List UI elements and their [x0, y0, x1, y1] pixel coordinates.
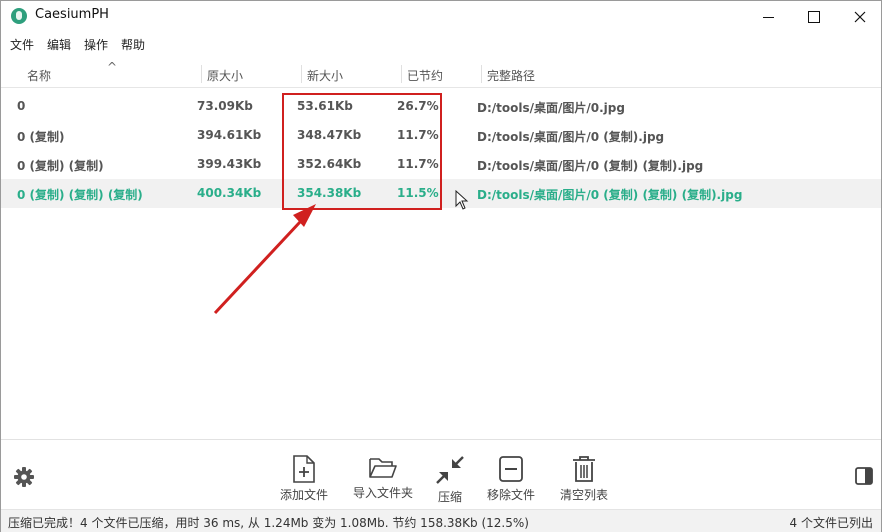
close-icon — [854, 11, 866, 22]
compress-button[interactable]: 压缩 — [435, 455, 465, 505]
maximize-icon — [808, 10, 820, 23]
column-header-new-size[interactable]: 新大小 — [307, 67, 343, 84]
import-folder-button[interactable]: 导入文件夹 — [353, 455, 413, 501]
cell-original-size: 73.09Kb — [197, 99, 253, 113]
import-folder-label: 导入文件夹 — [353, 486, 414, 500]
panel-toggle-button[interactable] — [854, 466, 874, 490]
column-header-full-path[interactable]: 完整路径 — [487, 67, 535, 84]
menu-file[interactable]: 文件 — [10, 32, 34, 54]
folder-open-icon — [369, 458, 397, 478]
settings-button[interactable] — [13, 466, 35, 492]
add-file-button[interactable]: 添加文件 — [280, 455, 328, 503]
maximize-button[interactable] — [791, 1, 837, 32]
remove-file-label: 移除文件 — [487, 488, 536, 502]
column-divider[interactable] — [301, 65, 302, 83]
menu-bar: 文件 编辑 操作 帮助 — [1, 32, 881, 54]
minimize-icon — [762, 17, 774, 18]
remove-icon — [499, 456, 523, 482]
panel-toggle-icon — [855, 467, 873, 485]
cell-path: D:/tools/桌面/图片/0 (复制) (复制) (复制).jpg — [477, 188, 743, 202]
caesium-logo-icon — [11, 8, 27, 24]
status-message: 压缩已完成！4 个文件已压缩，用时 36 ms, 从 1.24Mb 变为 1.0… — [8, 516, 529, 530]
cell-path: D:/tools/桌面/图片/0.jpg — [477, 101, 625, 115]
minimize-button[interactable] — [745, 1, 791, 32]
column-divider[interactable] — [401, 65, 402, 83]
cell-original-size: 399.43Kb — [197, 157, 262, 171]
table-header: 名称 ^ 原大小 新大小 已节约 完整路径 — [1, 60, 881, 88]
clear-list-label: 清空列表 — [560, 488, 609, 502]
app-window: CaesiumPH 文件 编辑 操作 帮助 名称 ^ 原大小 新大小 已节约 完… — [0, 0, 882, 532]
mouse-cursor-icon — [455, 189, 469, 214]
column-header-name[interactable]: 名称 — [27, 67, 51, 84]
add-file-label: 添加文件 — [280, 488, 329, 502]
status-bar: 压缩已完成！4 个文件已压缩，用时 36 ms, 从 1.24Mb 变为 1.0… — [1, 509, 881, 532]
cell-name: 0 (复制) (复制) (复制) — [17, 188, 143, 202]
column-divider[interactable] — [201, 65, 202, 83]
annotation-highlight-box — [282, 93, 442, 210]
menu-help[interactable]: 帮助 — [121, 32, 145, 54]
toolbar-divider — [1, 439, 881, 440]
cell-original-size: 400.34Kb — [197, 186, 262, 200]
status-file-count: 4 个文件已列出 — [789, 516, 873, 530]
cell-path: D:/tools/桌面/图片/0 (复制).jpg — [477, 130, 665, 144]
gear-icon — [14, 467, 34, 487]
cell-name: 0 — [17, 99, 26, 113]
clear-list-button[interactable]: 清空列表 — [560, 455, 608, 503]
remove-file-button[interactable]: 移除文件 — [487, 455, 535, 503]
compress-label: 压缩 — [437, 490, 462, 504]
cell-original-size: 394.61Kb — [197, 128, 262, 142]
column-header-original-size[interactable]: 原大小 — [207, 67, 243, 84]
compress-icon — [436, 456, 464, 484]
menu-edit[interactable]: 编辑 — [47, 32, 71, 54]
trash-icon — [573, 456, 595, 482]
column-divider[interactable] — [481, 65, 482, 83]
column-header-saved[interactable]: 已节约 — [407, 67, 443, 84]
add-file-icon — [293, 455, 315, 483]
cell-name: 0 (复制) (复制) — [17, 159, 104, 173]
sort-ascending-icon: ^ — [107, 60, 118, 74]
cell-path: D:/tools/桌面/图片/0 (复制) (复制).jpg — [477, 159, 704, 173]
cell-name: 0 (复制) — [17, 130, 65, 144]
close-button[interactable] — [837, 1, 882, 32]
window-title: CaesiumPH — [35, 7, 109, 22]
menu-action[interactable]: 操作 — [84, 32, 108, 54]
title-bar[interactable]: CaesiumPH — [1, 1, 881, 32]
